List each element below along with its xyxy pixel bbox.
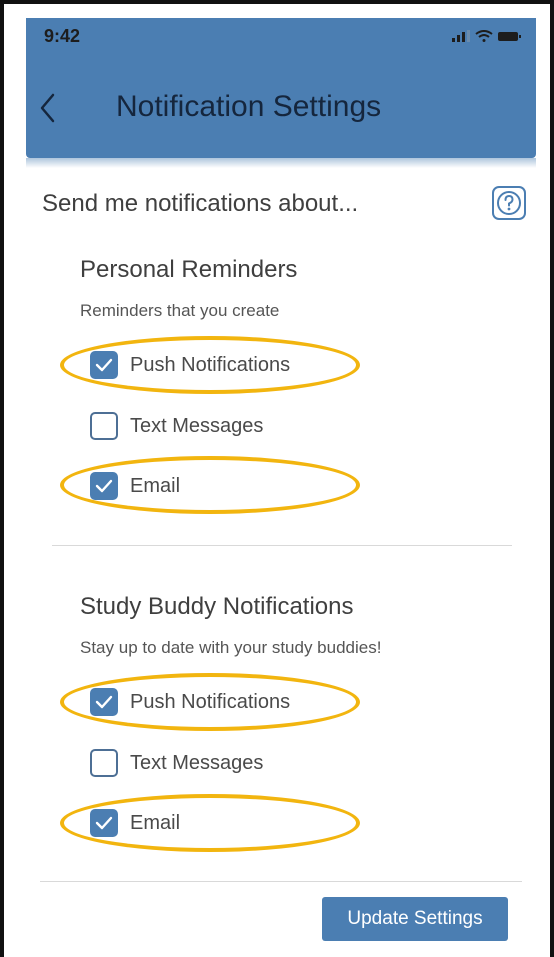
battery-icon — [498, 31, 521, 41]
section-title-personal-reminders: Personal Reminders — [80, 256, 298, 283]
checkmark-icon — [95, 358, 113, 372]
option-label: Text Messages — [130, 414, 264, 437]
option-label: Push Notifications — [130, 690, 291, 713]
signal-icon — [452, 30, 470, 42]
option-label: Email — [130, 474, 181, 497]
personal-email-option[interactable]: Email — [90, 469, 180, 503]
page-title: Notification Settings — [116, 90, 382, 123]
study-push-checkbox[interactable] — [90, 688, 118, 716]
personal-text-option[interactable]: Text Messages — [90, 409, 263, 443]
section-divider — [52, 545, 512, 546]
wifi-icon — [475, 30, 493, 42]
checkmark-icon — [95, 816, 113, 830]
study-text-option[interactable]: Text Messages — [90, 746, 263, 780]
personal-push-checkbox[interactable] — [90, 351, 118, 379]
footer-divider — [40, 881, 522, 882]
chevron-left-icon — [40, 93, 55, 123]
option-label: Text Messages — [130, 751, 264, 774]
checkmark-icon — [95, 479, 113, 493]
study-email-option[interactable]: Email — [90, 806, 180, 840]
status-icons — [452, 30, 521, 42]
personal-push-option[interactable]: Push Notifications — [90, 348, 290, 382]
study-push-option[interactable]: Push Notifications — [90, 685, 290, 719]
option-label: Email — [130, 811, 181, 834]
update-settings-button[interactable]: Update Settings — [322, 897, 508, 941]
checkmark-icon — [95, 695, 113, 709]
option-label: Push Notifications — [130, 353, 291, 376]
study-text-checkbox[interactable] — [90, 749, 118, 777]
help-button[interactable] — [490, 184, 528, 222]
status-time: 9:42 — [44, 26, 81, 46]
study-email-checkbox[interactable] — [90, 809, 118, 837]
section-title-study-buddy: Study Buddy Notifications — [80, 593, 354, 620]
app-frame: 9:42 Notification Settings Send me notif… — [0, 0, 554, 957]
notifications-prompt: Send me notifications about... — [42, 190, 359, 217]
back-button[interactable] — [32, 88, 62, 128]
personal-email-checkbox[interactable] — [90, 472, 118, 500]
personal-text-checkbox[interactable] — [90, 412, 118, 440]
section-desc-personal-reminders: Reminders that you create — [80, 301, 280, 320]
help-icon — [492, 186, 526, 220]
section-desc-study-buddy: Stay up to date with your study buddies! — [80, 638, 382, 657]
